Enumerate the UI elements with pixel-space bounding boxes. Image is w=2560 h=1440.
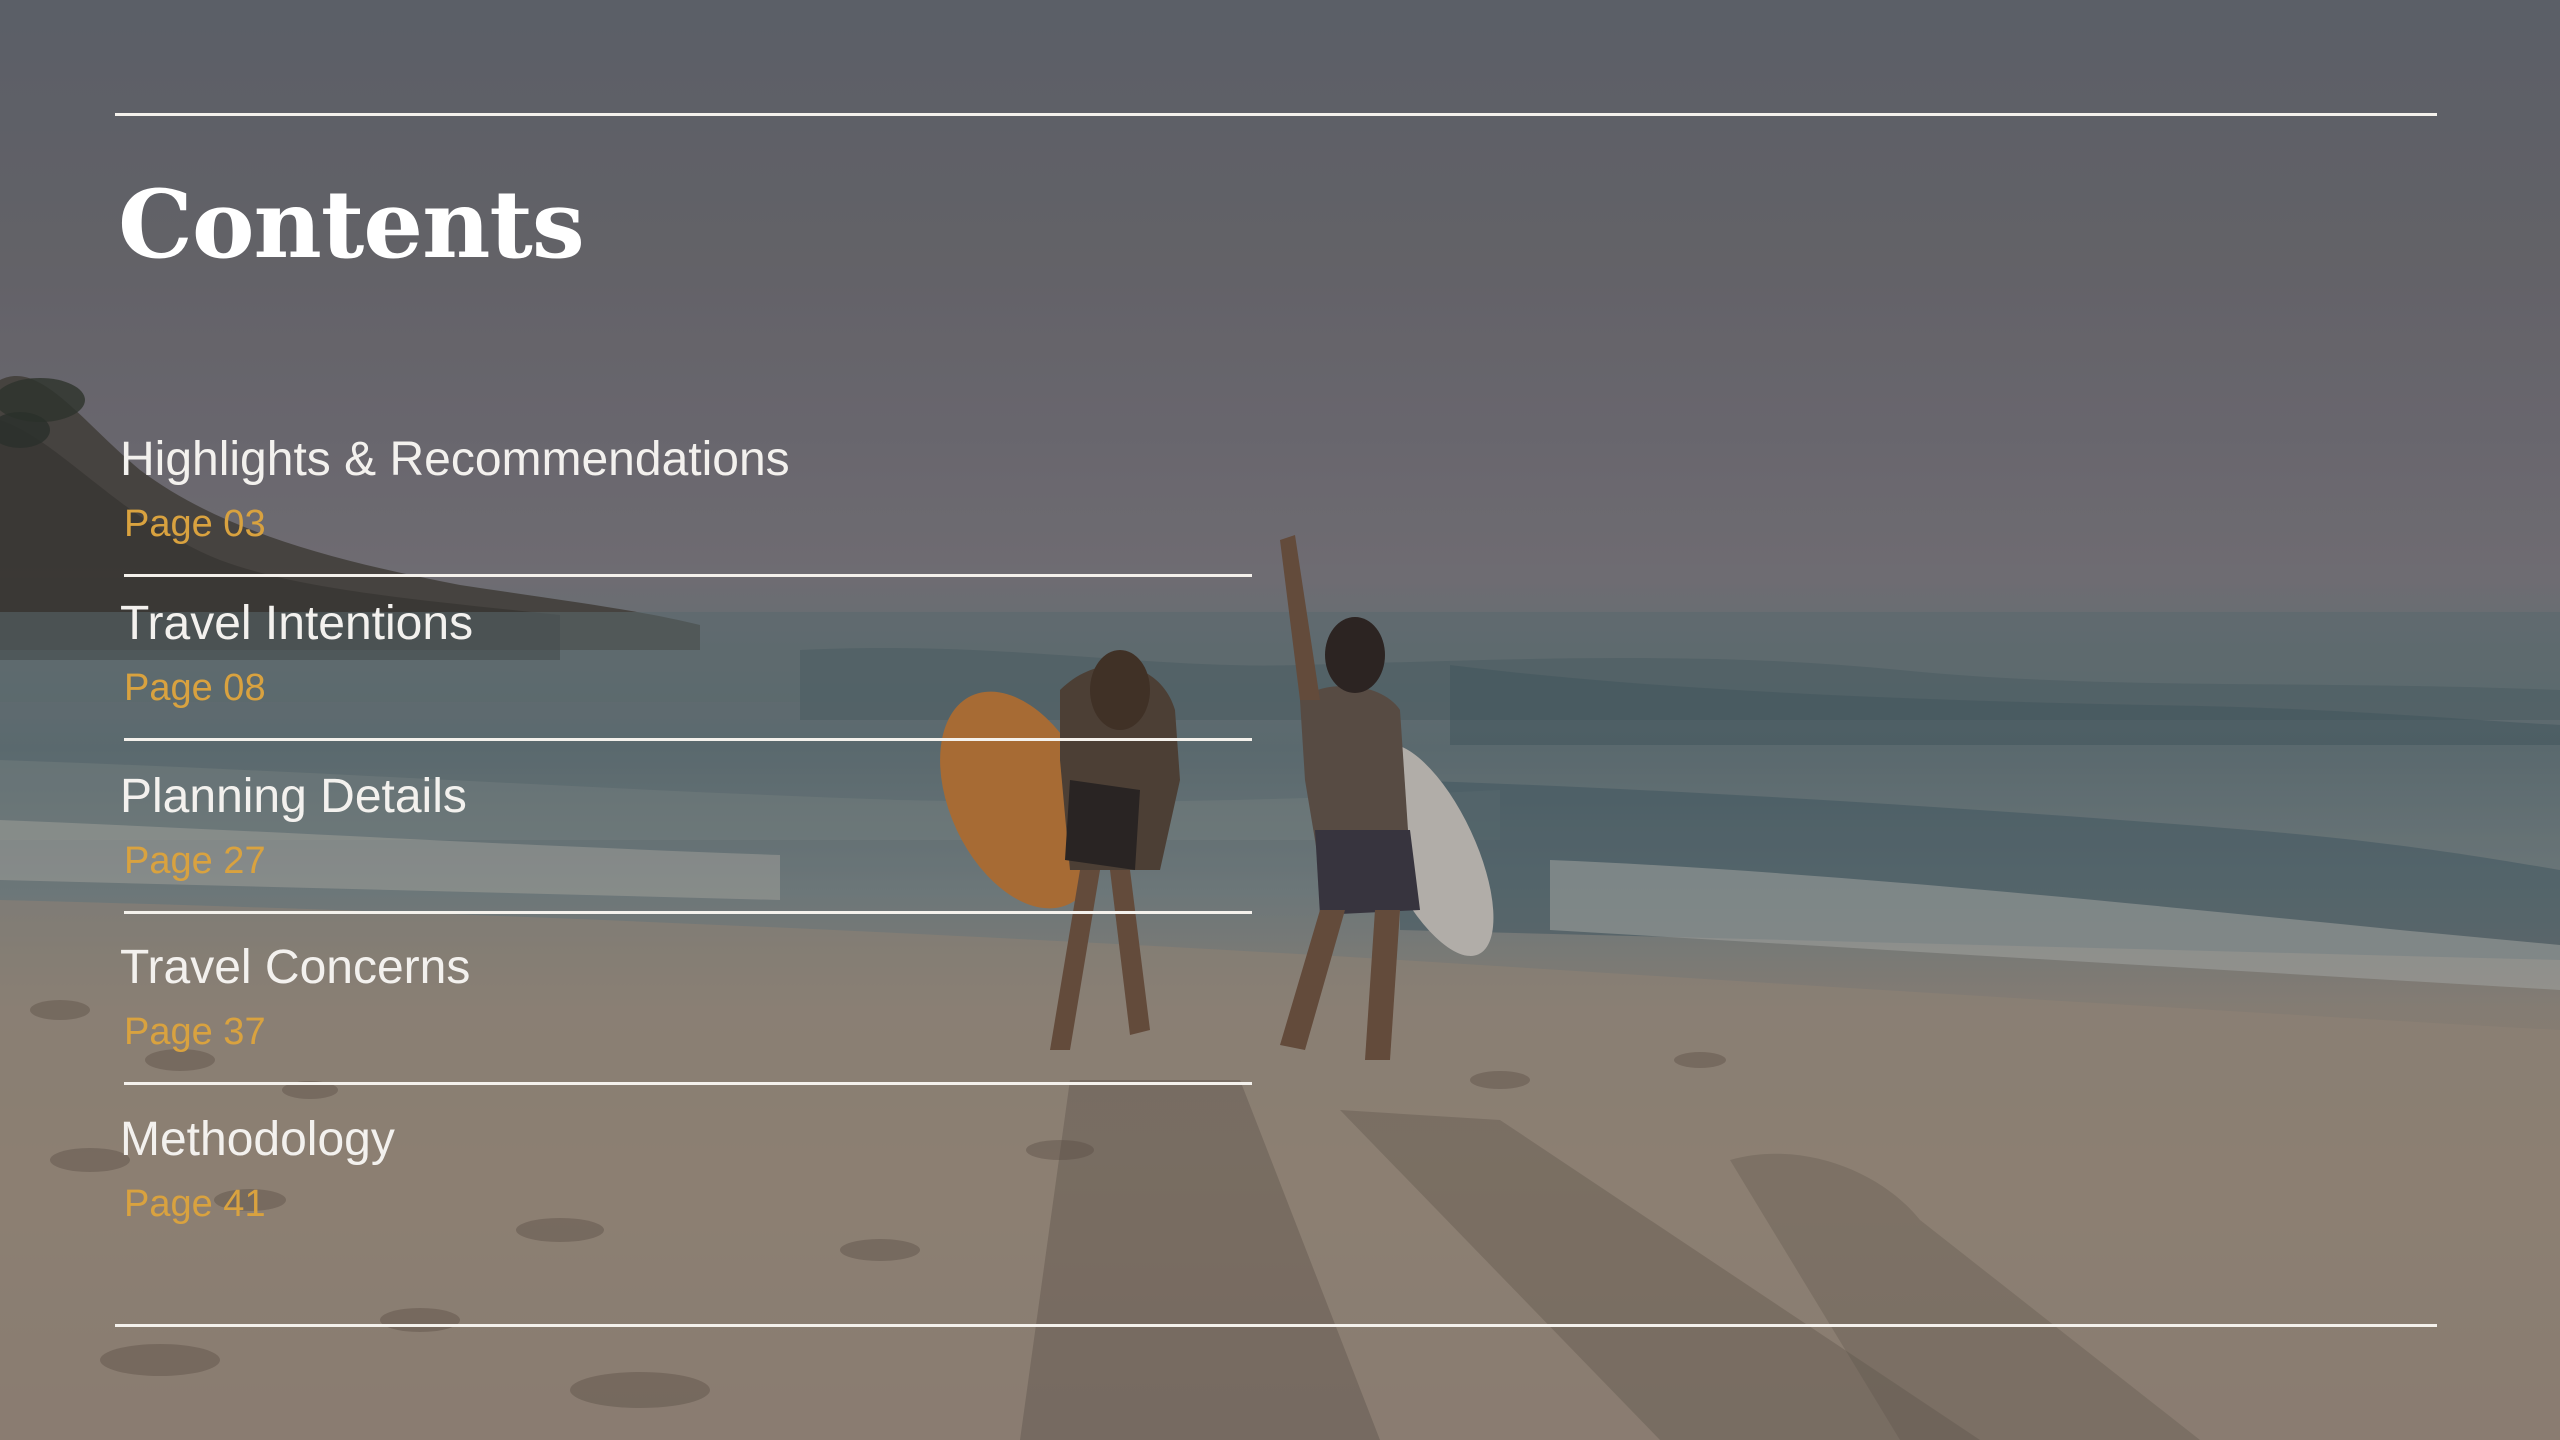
toc-item-travel-concerns[interactable]: Travel Concerns Page 37 [120,938,1252,1088]
toc-item-page: Page 03 [124,503,266,545]
toc-item-highlights[interactable]: Highlights & Recommendations Page 03 [120,430,1252,580]
toc-item-planning-details[interactable]: Planning Details Page 27 [120,767,1252,917]
toc-item-label: Planning Details [120,770,467,823]
toc-item-label: Travel Concerns [120,941,471,994]
toc-item-page: Page 27 [124,840,266,882]
table-of-contents: Highlights & Recommendations Page 03 Tra… [0,0,2560,1440]
toc-divider [124,738,1252,741]
toc-item-page: Page 08 [124,667,266,709]
toc-divider [124,911,1252,914]
toc-item-travel-intentions[interactable]: Travel Intentions Page 08 [120,594,1252,744]
toc-item-page: Page 41 [124,1183,266,1225]
toc-item-methodology[interactable]: Methodology Page 41 [120,1110,1252,1230]
toc-item-label: Highlights & Recommendations [120,433,790,486]
toc-item-label: Methodology [120,1113,395,1166]
toc-divider [124,1082,1252,1085]
bottom-rule [115,1324,2437,1327]
toc-divider [124,574,1252,577]
toc-item-page: Page 37 [124,1011,266,1053]
toc-item-label: Travel Intentions [120,597,474,650]
